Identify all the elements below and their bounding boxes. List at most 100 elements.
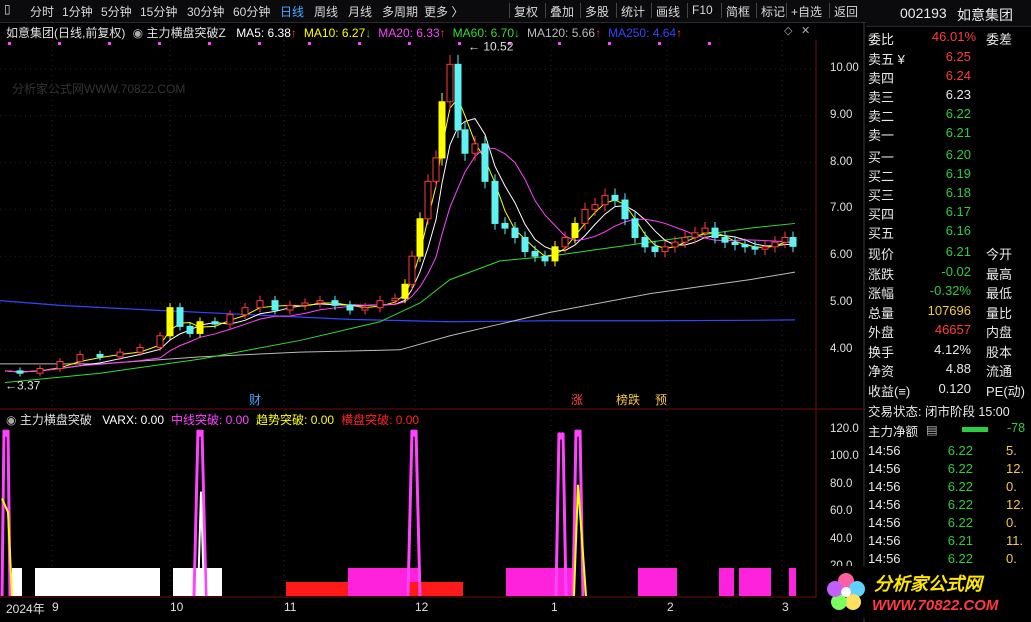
sub-indicator-name[interactable]: 主力横盘突破 (20, 413, 92, 427)
period-tab-7[interactable]: 周线 (314, 3, 338, 20)
candle-body (226, 314, 234, 325)
buy-level-5[interactable]: 买五 6.16 (866, 222, 1031, 241)
toolbar-button-4[interactable]: 画线 (656, 3, 680, 20)
candle-body (408, 255, 416, 285)
stock-header: 002193 如意集团 (866, 0, 1031, 27)
period-tab-2[interactable]: 5分钟 (101, 3, 132, 20)
date-tick: 2024年 (6, 602, 45, 616)
stat-row: 净资 4.88 流通 (868, 361, 1013, 379)
candle-body (541, 255, 549, 262)
candle-body (361, 307, 369, 311)
toolbar-button-5[interactable]: F10 (692, 3, 713, 17)
period-tab-9[interactable]: 多周期 (382, 3, 418, 20)
buy-level-1[interactable]: 买一 6.20 (866, 146, 1031, 165)
toolbar-separator (687, 3, 688, 18)
buy-level-2[interactable]: 买二 6.19 (866, 165, 1031, 184)
sub-tick: 60.0 (830, 505, 853, 518)
candle-body (241, 307, 249, 316)
candle-body (286, 304, 294, 311)
candle-body (721, 236, 729, 243)
event-marker[interactable]: 预 (655, 393, 667, 407)
candle-body (661, 246, 669, 253)
event-marker[interactable]: 榜跌 (616, 392, 640, 407)
menu-icon[interactable]: ▤ (926, 422, 938, 437)
signal-bar (12, 568, 22, 596)
event-marker[interactable]: 财 (249, 393, 261, 407)
date-tick: 11 (284, 600, 297, 614)
candle-body (761, 246, 769, 250)
toolbar-separator (829, 3, 830, 18)
candle-body (651, 246, 659, 253)
toolbar-button-8[interactable]: +自选 (791, 3, 822, 20)
period-tab-5[interactable]: 60分钟 (233, 3, 270, 20)
event-marker[interactable]: 涨 (571, 392, 583, 407)
toolbar-button-9[interactable]: 返回 (834, 3, 858, 20)
period-tab-0[interactable]: 分时 (30, 3, 54, 20)
toolbar-button-2[interactable]: 多股 (585, 3, 609, 20)
candle-body (701, 227, 709, 234)
candle-body (136, 346, 144, 353)
candle-body (331, 300, 339, 306)
period-tab-10[interactable]: 更多 〉 (424, 3, 463, 20)
candle-body (601, 194, 609, 206)
panel-toggle-icon[interactable]: ▯ (4, 2, 11, 16)
stat-row: 现价 6.21 今开 (868, 244, 1013, 262)
net-flow-row[interactable]: 主力净额 ▤ -78 (866, 420, 1031, 439)
low-label: ←3.37 (5, 378, 41, 392)
toolbar-separator (721, 3, 722, 18)
buy-level-3[interactable]: 买三 6.18 (866, 184, 1031, 203)
price-tick: 5.00 (830, 296, 853, 308)
toolbar-separator (616, 3, 617, 18)
sub-tick: 100.0 (830, 450, 859, 463)
sell-level-1[interactable]: 卖一 6.21 (866, 124, 1031, 143)
candle-body (271, 300, 279, 311)
period-tab-6[interactable]: 日线 (280, 3, 304, 20)
svg-text:WWW.70822.COM: WWW.70822.COM (872, 597, 999, 614)
toolbar-separator (651, 3, 652, 18)
stat-row: 涨跌 -0.02 最高 (868, 263, 1013, 282)
stock-code: 002193 (900, 5, 947, 21)
sell-level-3[interactable]: 卖三 6.23 (866, 86, 1031, 105)
candle-body (454, 63, 462, 131)
toolbar-separator (756, 3, 757, 18)
candle-body (76, 353, 84, 363)
price-axis: 10.00 9.00 8.00 7.00 6.00 5.00 4.00 (816, 40, 864, 410)
candle-body (36, 368, 44, 374)
trade-row: 14:56 6.22 0. (868, 479, 1017, 494)
candle-body (581, 208, 589, 224)
stat-row: 外盘 46657 内盘 (868, 322, 1013, 340)
period-tab-8[interactable]: 月线 (348, 3, 372, 20)
candle-body (751, 246, 759, 250)
toolbar-button-1[interactable]: 叠加 (550, 3, 574, 20)
candle-body (376, 300, 384, 309)
period-tab-4[interactable]: 30分钟 (187, 3, 224, 20)
period-toolbar: ▯ 分时 1分钟 5分钟 15分钟 30分钟 60分钟 日线 周线 月线 多周期 更多 〉 复权 叠加… (0, 0, 866, 23)
candle-body (186, 325, 194, 334)
candle-body (211, 321, 219, 325)
kline-chart[interactable]: ← 10.52 ←3.37 财 涨 榜跌 预 (0, 22, 866, 622)
candle-body (611, 194, 619, 201)
candle-body (56, 361, 64, 370)
sub-chart-header: ◉ 主力横盘突破 VARX: 0.00 中线突破: 0.00 趋势突破: 0.00 横… (6, 411, 419, 428)
sell-level-2[interactable]: 卖二 6.22 (866, 105, 1031, 124)
period-tab-3[interactable]: 15分钟 (140, 3, 177, 20)
buy-level-4[interactable]: 买四 6.17 (866, 203, 1031, 222)
toolbar-button-3[interactable]: 统计 (621, 3, 645, 20)
toolbar-button-6[interactable]: 简框 (726, 3, 750, 20)
sub-tick: 40.0 (830, 532, 853, 545)
candle-body (781, 236, 789, 243)
stat-row: 收益(≡) 0.120 PE(动) (868, 380, 1026, 399)
candle-body (741, 244, 749, 248)
period-tab-1[interactable]: 1分钟 (62, 3, 93, 20)
signal-bar (789, 568, 796, 596)
toolbar-button-0[interactable]: 复权 (514, 3, 538, 20)
candle-body (531, 251, 539, 257)
sell-level-4[interactable]: 卖四 6.24 (866, 67, 1031, 86)
toolbar-button-7[interactable]: 标记 (761, 3, 785, 20)
sell-level-5[interactable]: 卖五 ¥6.25 (866, 48, 1031, 67)
candle-body (711, 227, 719, 238)
webi-row: 委比 46.01% 委差 (868, 29, 1013, 47)
sub-settings-icon[interactable]: ◉ (6, 413, 16, 427)
candle-body (438, 101, 446, 159)
signal-bar (408, 582, 463, 596)
